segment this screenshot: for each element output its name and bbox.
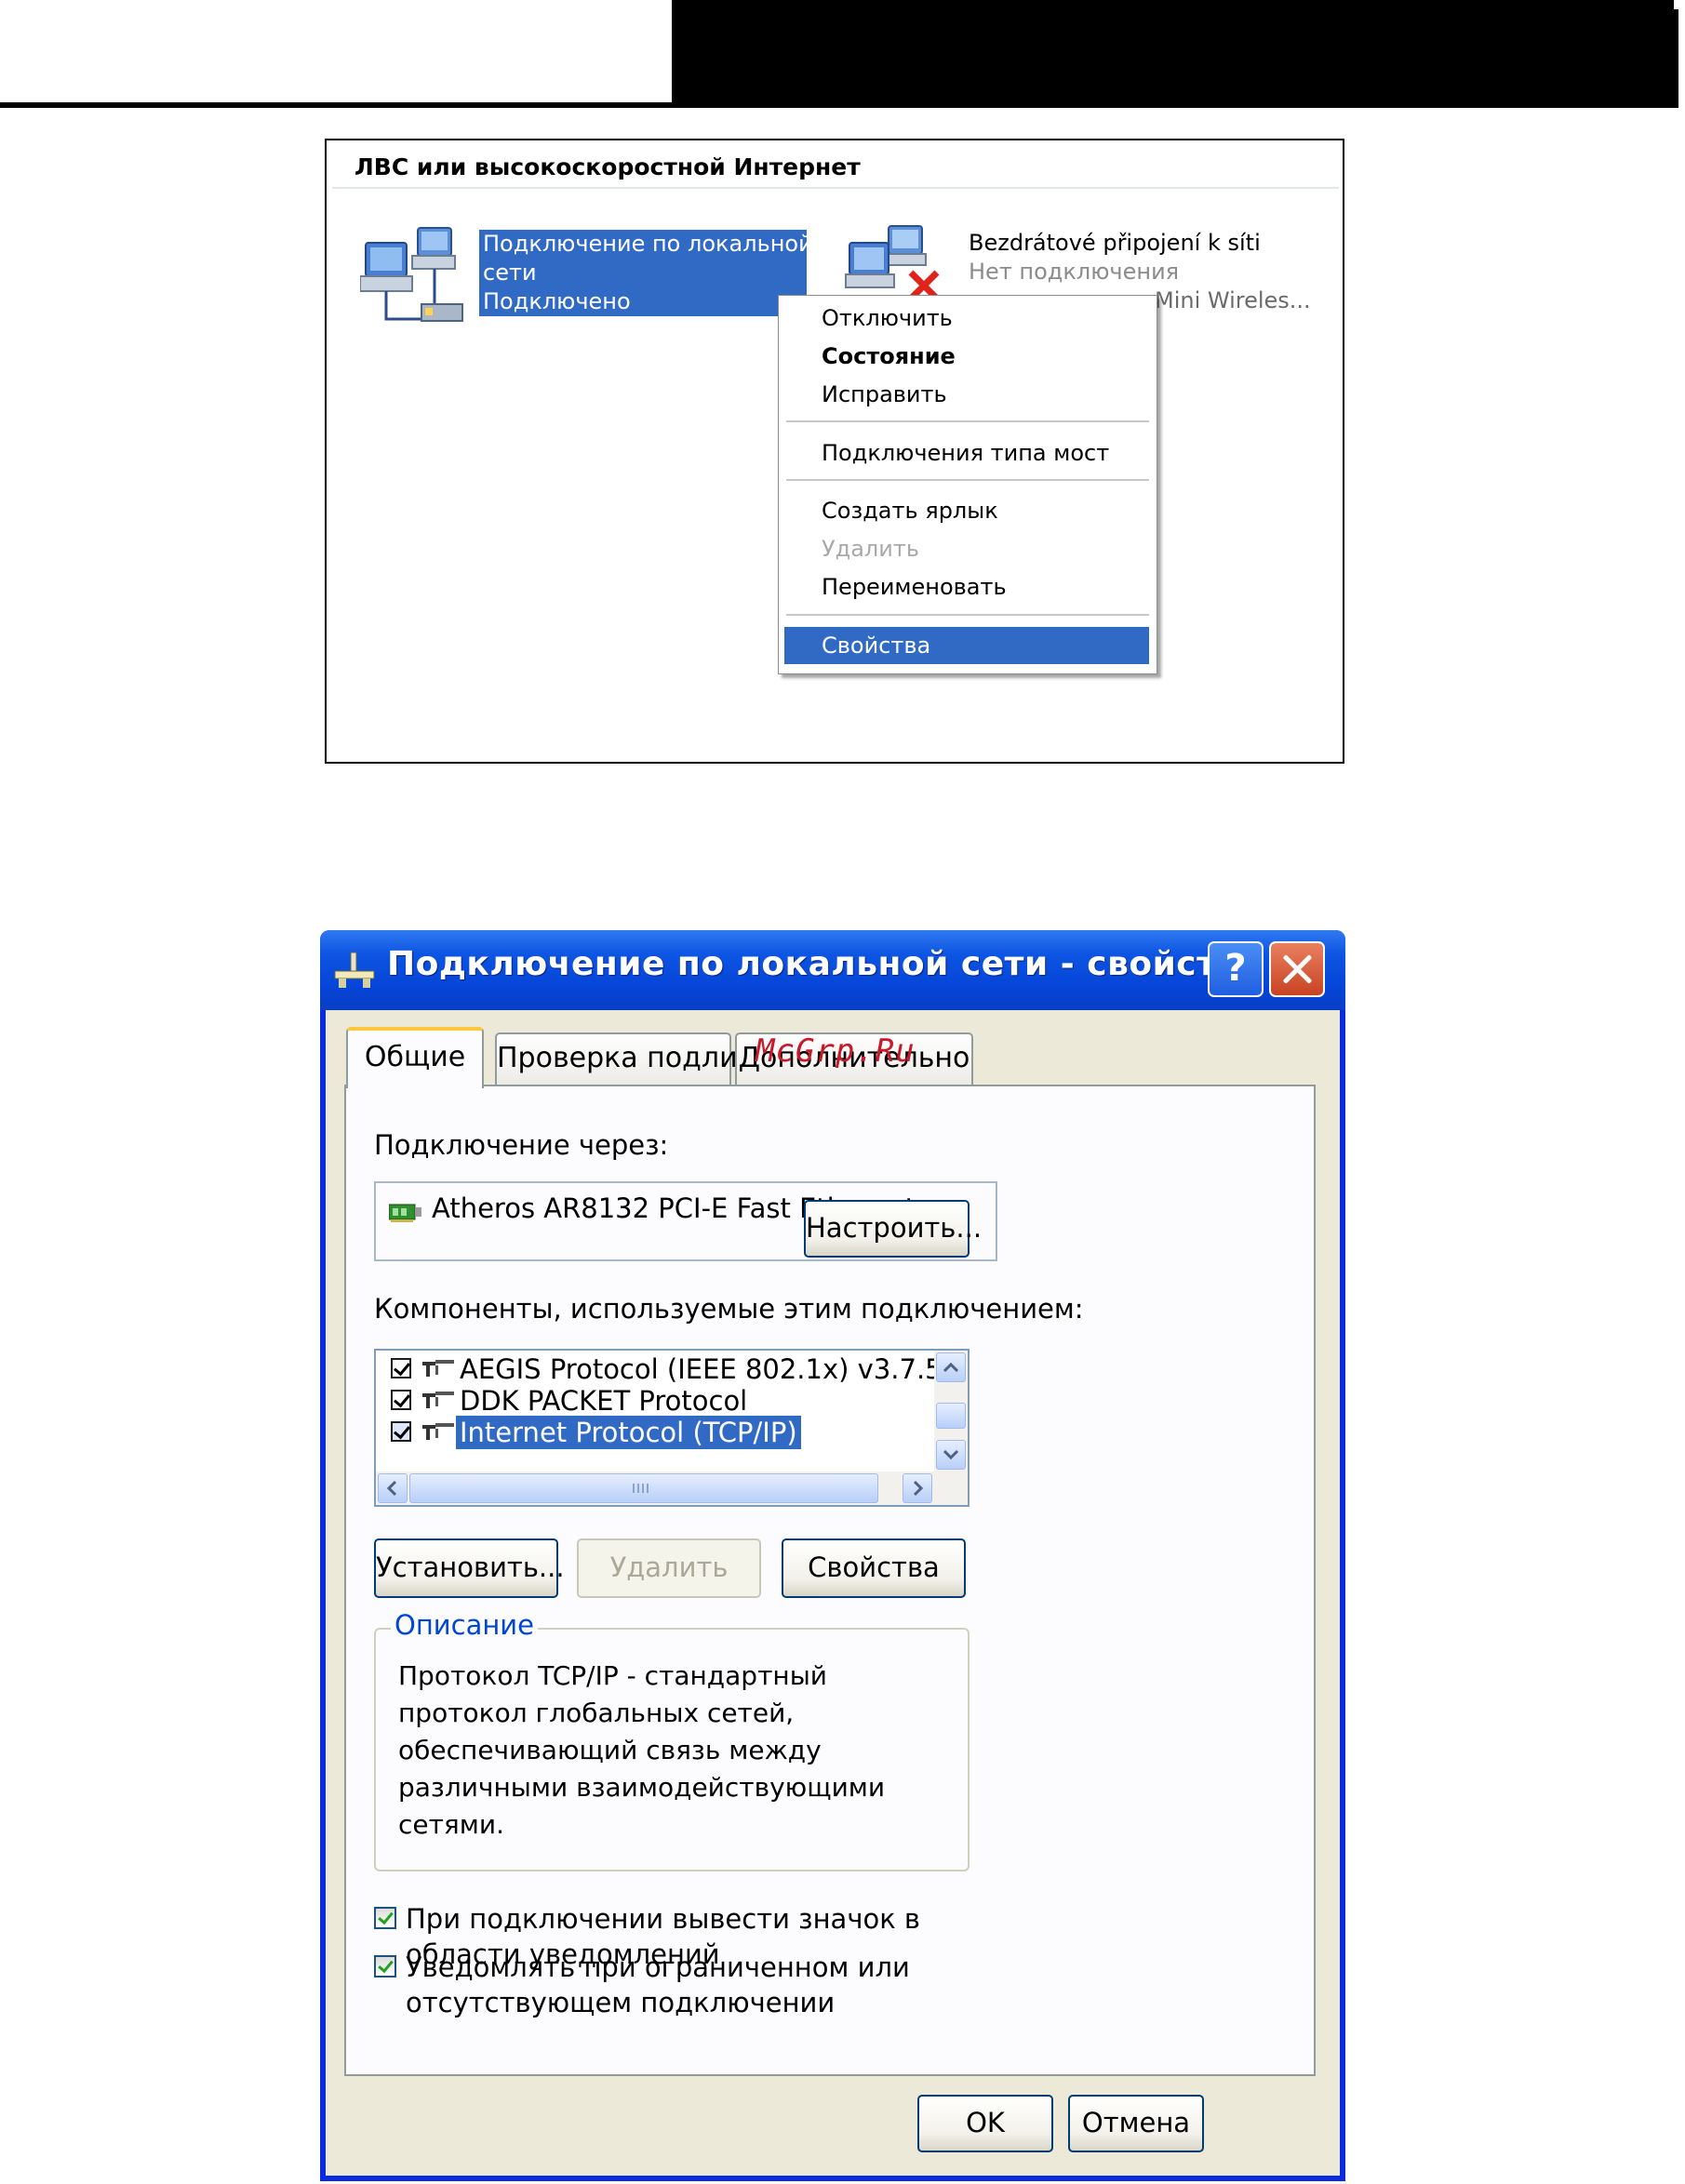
chevron-left-icon: [386, 1480, 397, 1497]
menu-item-create-shortcut[interactable]: Создать ярлык: [779, 492, 1157, 529]
component-name: AEGIS Protocol (IEEE 802.1x) v3.7.5.0: [460, 1353, 969, 1385]
menu-item-delete: Удалить: [822, 536, 919, 562]
scroll-down-button[interactable]: [936, 1440, 966, 1470]
scroll-up-button[interactable]: [936, 1352, 966, 1382]
notify-limited-label: Уведомлять при ограниченном или отсутств…: [406, 1951, 910, 2018]
component-checkbox[interactable]: [391, 1390, 411, 1410]
chevron-right-icon: [913, 1480, 924, 1497]
wireless-connection-device: Mini Wireles...: [1155, 287, 1311, 313]
tab-panel-general: Подключение через: Atheros AR8132 PCI-E …: [344, 1085, 1316, 2076]
wireless-connection-status: Нет подключения: [969, 259, 1180, 285]
close-button[interactable]: [1269, 941, 1325, 997]
menu-item-rename[interactable]: Переименовать: [779, 568, 1157, 606]
lan-connection-name-line2: сети: [483, 260, 537, 286]
help-button[interactable]: ?: [1208, 941, 1264, 997]
network-connection-icon: [334, 952, 375, 988]
network-connections-screenshot: ЛВС или высокоскоростной Интернет Подклю…: [325, 139, 1344, 764]
context-menu: Отключить Состояние Исправить Подключени…: [778, 295, 1157, 674]
description-title: Описание: [391, 1609, 538, 1641]
chevron-down-icon: [943, 1449, 959, 1460]
watermark-text: McGrp.Ru: [756, 1032, 916, 1070]
protocol-icon: [422, 1392, 454, 1408]
menu-item-repair[interactable]: Исправить: [779, 376, 1157, 413]
chevron-up-icon: [943, 1362, 959, 1373]
vertical-scroll-thumb[interactable]: [936, 1403, 966, 1429]
lan-connection-status: Подключено: [483, 288, 631, 314]
section-divider: [332, 187, 1339, 189]
component-name: DDK PACKET Protocol: [460, 1385, 748, 1417]
remove-button: Удалить: [577, 1538, 761, 1598]
component-name: Internet Protocol (TCP/IP): [456, 1416, 801, 1449]
section-title: ЛВС или высокоскоростной Интернет: [354, 153, 861, 180]
protocol-icon: [422, 1360, 454, 1377]
tab-authentication[interactable]: Проверка подлинности: [495, 1032, 841, 1085]
dialog-client-area: Подключение через: Atheros AR8132 PCI-E …: [326, 1010, 1340, 2176]
header-rule: [0, 102, 672, 108]
header-block: [672, 0, 1674, 108]
network-adapter-icon: [389, 1204, 421, 1222]
menu-item-status[interactable]: Состояние: [779, 338, 1157, 375]
dialog-titlebar[interactable]: Подключение по локальной сети - свойства…: [320, 930, 1345, 1010]
notify-limited-checkbox[interactable]: [374, 1955, 396, 1978]
properties-button[interactable]: Свойства: [782, 1538, 966, 1598]
menu-item-bridge-connections[interactable]: Подключения типа мост: [779, 434, 1157, 472]
configure-button[interactable]: Настроить...: [804, 1200, 982, 1258]
tab-general[interactable]: Общие: [346, 1027, 484, 1088]
menu-separator: [786, 479, 1149, 481]
wireless-connection-name[interactable]: Bezdrátové připojení k síti: [969, 230, 1261, 256]
grip-icon: [633, 1484, 649, 1493]
vertical-scrollbar[interactable]: [934, 1351, 968, 1472]
menu-item-properties[interactable]: Свойства: [784, 627, 1149, 664]
horizontal-scroll-thumb[interactable]: [409, 1473, 878, 1503]
components-list[interactable]: AEGIS Protocol (IEEE 802.1x) v3.7.5.0 DD…: [374, 1349, 970, 1507]
component-checkbox[interactable]: [391, 1358, 411, 1378]
description-group: Описание Протокол TCP/IP - стандартный п…: [374, 1609, 970, 1871]
description-text: Протокол TCP/IP - стандартный протокол г…: [398, 1660, 886, 1840]
horizontal-scrollbar[interactable]: [376, 1472, 968, 1505]
lan-connection-label[interactable]: Подключение по локальной сети Подключено: [479, 230, 813, 316]
component-checkbox[interactable]: [391, 1421, 411, 1442]
lan-connection-name-line1: Подключение по локальной: [483, 231, 813, 257]
cancel-button[interactable]: Отмена: [1068, 2095, 1204, 2152]
ok-button[interactable]: OK: [917, 2095, 1053, 2152]
header-edge: [1674, 9, 1678, 108]
install-button[interactable]: Установить...: [374, 1538, 565, 1598]
scroll-left-button[interactable]: [378, 1473, 408, 1503]
menu-separator: [786, 614, 1149, 616]
menu-item-disconnect[interactable]: Отключить: [779, 300, 1157, 337]
show-icon-checkbox[interactable]: [374, 1907, 396, 1929]
menu-separator: [786, 420, 1149, 422]
components-label: Компоненты, используемые этим подключени…: [374, 1293, 1084, 1325]
connect-using-label: Подключение через:: [374, 1129, 669, 1161]
lan-properties-dialog: Подключение по локальной сети - свойства…: [320, 930, 1345, 2181]
protocol-icon: [422, 1423, 454, 1440]
dialog-title: Подключение по локальной сети - свойства: [387, 945, 1262, 983]
lan-connection-icon[interactable]: [360, 222, 472, 332]
scroll-right-button[interactable]: [903, 1473, 932, 1503]
